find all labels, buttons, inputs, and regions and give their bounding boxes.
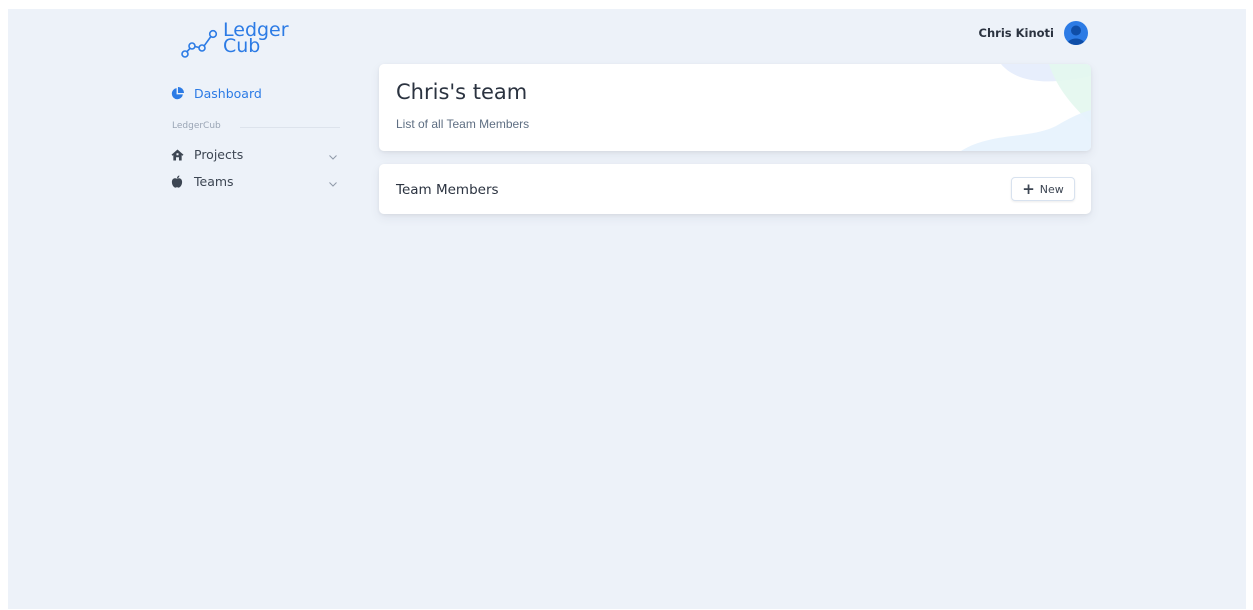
team-members-card: Team Members + New [379, 164, 1091, 214]
sidebar-item-dashboard[interactable]: Dashboard [170, 86, 262, 101]
new-member-button[interactable]: + New [1011, 177, 1075, 201]
sidebar-section-label: LedgerCub [172, 121, 221, 131]
team-header-card: Chris's team List of all Team Members [379, 64, 1091, 151]
user-menu[interactable]: Chris Kinoti [979, 21, 1088, 45]
divider [240, 127, 340, 128]
logo[interactable]: Ledger Cub [180, 21, 289, 60]
chevron-down-icon[interactable] [328, 179, 338, 189]
decorative-background-shape [961, 64, 1091, 151]
page-subtitle: List of all Team Members [396, 117, 530, 131]
plus-icon: + [1022, 180, 1035, 198]
user-name: Chris Kinoti [978, 26, 1054, 40]
logo-graph-icon [181, 29, 218, 58]
page-title: Chris's team [396, 80, 528, 104]
apple-icon [170, 175, 184, 189]
sidebar-item-label: Projects [194, 147, 244, 162]
chevron-down-icon[interactable] [328, 152, 338, 162]
sidebar-item-teams[interactable]: Teams [170, 174, 234, 189]
pie-chart-icon [170, 87, 184, 101]
avatar[interactable] [1064, 21, 1088, 45]
user-icon [1067, 25, 1085, 45]
sidebar-item-label: Teams [194, 174, 234, 189]
section-title: Team Members [396, 182, 499, 198]
home-icon [170, 148, 184, 162]
new-button-label: New [1039, 182, 1064, 196]
sidebar-item-label: Dashboard [194, 86, 262, 101]
sidebar-item-projects[interactable]: Projects [170, 147, 243, 162]
